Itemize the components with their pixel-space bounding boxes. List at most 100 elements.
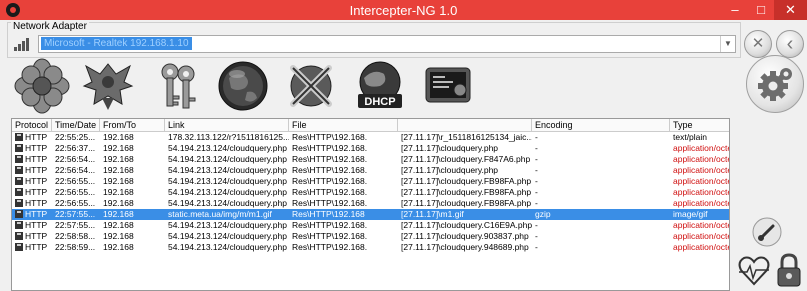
back-icon: ‹ — [786, 33, 794, 55]
packet-table[interactable]: Protocol Time/Date From/To Link File Enc… — [11, 118, 730, 291]
cell-file: Res\HTTP\192.168. — [292, 231, 368, 241]
column-header-time[interactable]: Time/Date — [52, 119, 100, 131]
table-header: Protocol Time/Date From/To Link File Enc… — [12, 119, 729, 132]
cell-file2: [27.11.17]\cloudquery.903837.php — [401, 231, 529, 241]
disk-icon — [15, 188, 23, 196]
table-row[interactable]: HTTP 22:56:55... 192.168 54.194.213.124/clo… — [12, 198, 729, 209]
dhcp-label: DHCP — [364, 96, 395, 108]
cell-file2: [27.11.17]\cloudquery.F847A6.php — [401, 154, 531, 164]
stop-button[interactable]: ✕ — [744, 30, 772, 58]
cell-protocol: HTTP — [12, 198, 52, 209]
keys-icon[interactable] — [150, 58, 206, 114]
network-adapter-select[interactable]: Microsoft - Realtek 192.168.1.10 ▼ — [38, 35, 736, 53]
cell-from: 192.168 — [103, 154, 134, 164]
cell-type: application/octe — [673, 198, 729, 208]
cell-link: 178.32.113.122/r?1511816125... — [168, 132, 289, 142]
protocol-text: HTTP — [25, 165, 48, 175]
cell-time: 22:56:54... — [55, 165, 96, 175]
cell-file: Res\HTTP\192.168. — [292, 187, 368, 197]
cell-type: text/plain — [673, 132, 708, 142]
table-row[interactable]: HTTP 22:58:59... 192.168 54.194.213.124/clo… — [12, 242, 729, 253]
cell-encoding: gzip — [535, 209, 551, 219]
table-row[interactable]: HTTP 22:56:55... 192.168 54.194.213.124/clo… — [12, 187, 729, 198]
back-button[interactable]: ‹ — [776, 30, 804, 58]
cell-from: 192.168 — [103, 242, 134, 252]
cell-type: application/octe — [673, 176, 729, 186]
cell-file2: [27.11.17]\m1.gif — [401, 209, 464, 219]
table-row[interactable]: HTTP 22:56:37... 192.168 54.194.213.124/clo… — [12, 143, 729, 154]
cell-protocol: HTTP — [12, 220, 52, 231]
network-adapter-label: Network Adapter — [11, 21, 89, 32]
cell-file: Res\HTTP\192.168. — [292, 154, 368, 164]
column-header-protocol[interactable]: Protocol — [12, 119, 52, 131]
lock-icon[interactable] — [774, 252, 804, 288]
cell-time: 22:58:58... — [55, 231, 96, 241]
cell-type: application/octe — [673, 187, 729, 197]
table-row[interactable]: HTTP 22:57:55... 192.168 static.meta.ua/img… — [12, 209, 729, 220]
cell-time: 22:56:54... — [55, 154, 96, 164]
cell-encoding: - — [535, 176, 538, 186]
window-title: Intercepter-NG 1.0 — [349, 3, 458, 18]
cell-link: 54.194.213.124/cloudquery.php — [168, 198, 287, 208]
cell-protocol: HTTP — [12, 209, 52, 220]
disk-icon — [15, 199, 23, 207]
terminal-icon[interactable] — [420, 58, 476, 114]
column-header-encoding[interactable]: Encoding — [532, 119, 670, 131]
stethoscope-button[interactable] — [752, 217, 782, 247]
disk-icon — [15, 133, 23, 141]
table-row[interactable]: HTTP 22:56:54... 192.168 54.194.213.124/clo… — [12, 165, 729, 176]
protocol-text: HTTP — [25, 198, 48, 208]
cell-encoding: - — [535, 143, 538, 153]
cell-link: 54.194.213.124/cloudquery.php — [168, 242, 287, 252]
column-header-type[interactable]: Type — [670, 119, 729, 131]
column-header-file-name[interactable] — [398, 119, 532, 131]
cell-time: 22:56:55... — [55, 198, 96, 208]
chevron-down-icon[interactable]: ▼ — [720, 36, 735, 52]
table-row[interactable]: HTTP 22:58:58... 192.168 54.194.213.124/clo… — [12, 231, 729, 242]
close-icon: ✕ — [751, 35, 765, 52]
title-bar: Intercepter-NG 1.0 – □ ✕ — [0, 0, 807, 20]
table-row[interactable]: HTTP 22:56:55... 192.168 54.194.213.124/clo… — [12, 176, 729, 187]
minimize-button[interactable]: – — [722, 0, 748, 20]
protocol-text: HTTP — [25, 209, 48, 219]
cell-type: application/octe — [673, 143, 729, 153]
cell-from: 192.168 — [103, 209, 134, 219]
eagle-icon[interactable] — [80, 58, 136, 114]
cell-file2: [27.11.17]\cloudquery.FB98FA.php — [401, 187, 532, 197]
column-header-link[interactable]: Link — [165, 119, 289, 131]
cell-protocol: HTTP — [12, 154, 52, 165]
cell-protocol: HTTP — [12, 187, 52, 198]
cell-file: Res\HTTP\192.168. — [292, 220, 368, 230]
cell-file2: [27.11.17]\cloudquery.php — [401, 143, 499, 153]
flower-icon[interactable] — [14, 58, 70, 114]
cell-encoding: - — [535, 132, 538, 142]
column-header-file[interactable]: File — [289, 119, 398, 131]
cell-file: Res\HTTP\192.168. — [292, 176, 368, 186]
signal-strength-icon — [14, 37, 34, 51]
column-header-from-to[interactable]: From/To — [100, 119, 165, 131]
heart-rate-icon[interactable] — [737, 252, 771, 288]
network-adapter-group: Network Adapter Microsoft - Realtek 192.… — [7, 21, 741, 58]
dhcp-globe-icon[interactable]: DHCP — [352, 58, 408, 114]
disk-icon — [15, 144, 23, 152]
cell-link: 54.194.213.124/cloudquery.php — [168, 154, 287, 164]
globe-icon[interactable] — [215, 58, 271, 114]
settings-button[interactable] — [746, 55, 804, 113]
disk-icon — [15, 177, 23, 185]
cell-from: 192.168 — [103, 220, 134, 230]
maximize-button[interactable]: □ — [748, 0, 774, 20]
cell-from: 192.168 — [103, 165, 134, 175]
cell-protocol: HTTP — [12, 231, 52, 242]
crossed-swords-icon[interactable] — [283, 58, 339, 114]
cell-file: Res\HTTP\192.168 — [292, 209, 365, 219]
cell-encoding: - — [535, 165, 538, 175]
protocol-text: HTTP — [25, 242, 48, 252]
cell-time: 22:56:55... — [55, 176, 96, 186]
cell-file2: [27.11.17]\cloudquery.FB98FA.php — [401, 176, 532, 186]
table-row[interactable]: HTTP 22:57:55... 192.168 54.194.213.124/clo… — [12, 220, 729, 231]
cell-encoding: - — [535, 154, 538, 164]
table-row[interactable]: HTTP 22:56:54... 192.168 54.194.213.124/clo… — [12, 154, 729, 165]
close-window-button[interactable]: ✕ — [774, 0, 807, 20]
table-row[interactable]: HTTP 22:55:25... 192.168 178.32.113.122/r?1… — [12, 132, 729, 143]
protocol-text: HTTP — [25, 231, 48, 241]
